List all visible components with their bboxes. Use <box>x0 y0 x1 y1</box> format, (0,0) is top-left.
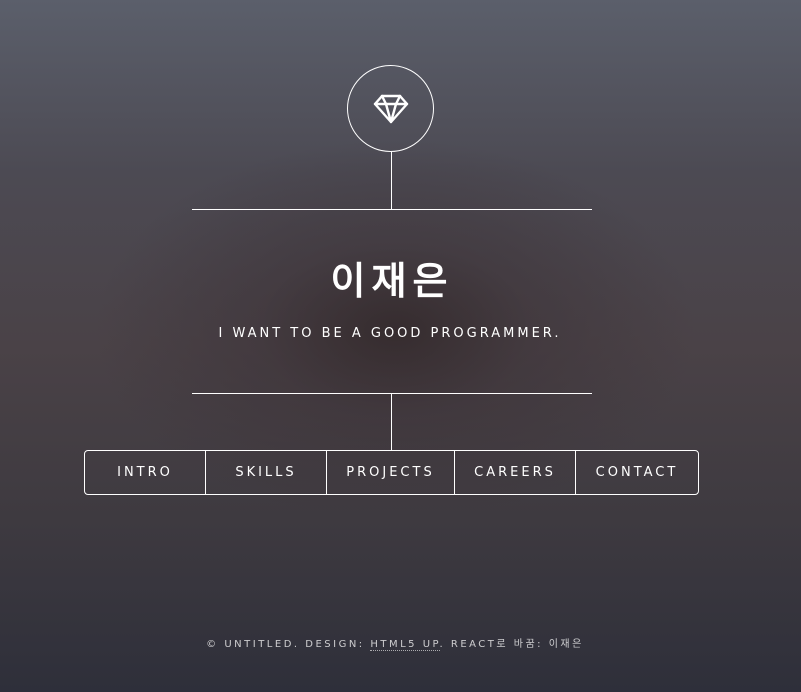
page-title: 이재은 <box>330 259 454 303</box>
nav-item-careers[interactable]: CAREERS <box>455 451 576 494</box>
nav-item-intro[interactable]: INTRO <box>85 451 206 494</box>
connector-line-bottom <box>391 393 392 450</box>
diamond-icon <box>373 94 408 123</box>
footer-remake-credit: . REACT로 바꿈: 이재은 <box>439 639 584 650</box>
logo-circle <box>347 65 434 152</box>
page-subtitle: I WANT TO BE A GOOD PROGRAMMER. <box>218 326 562 341</box>
divider-line-bottom <box>192 393 592 394</box>
footer-copyright: © UNTITLED. DESIGN: <box>206 639 371 650</box>
nav-item-skills[interactable]: SKILLS <box>206 451 327 494</box>
main-nav: INTRO SKILLS PROJECTS CAREERS CONTACT <box>84 450 699 495</box>
divider-line-top <box>192 209 592 210</box>
footer-design-link[interactable]: HTML5 UP <box>370 639 440 651</box>
nav-item-projects[interactable]: PROJECTS <box>327 451 455 494</box>
connector-line-top <box>391 152 392 209</box>
nav-item-contact[interactable]: CONTACT <box>576 451 698 494</box>
footer: © UNTITLED. DESIGN: HTML5 UP. REACT로 바꿈:… <box>100 638 690 652</box>
